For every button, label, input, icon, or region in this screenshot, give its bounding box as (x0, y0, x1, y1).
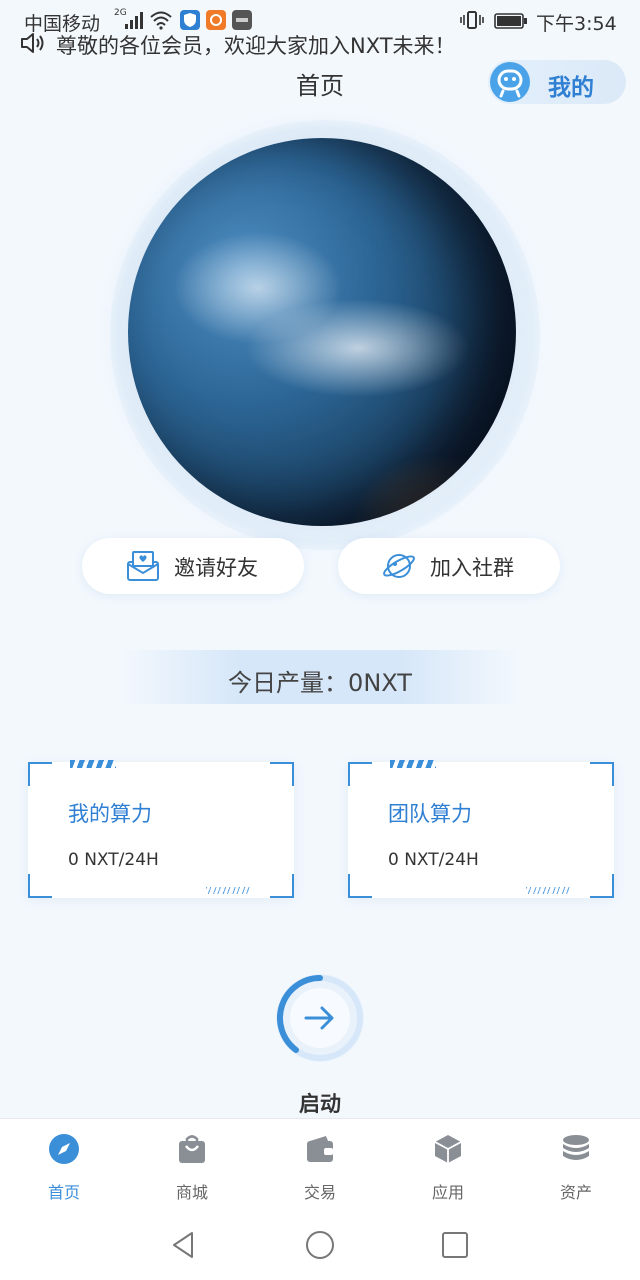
card-stripe-decoration (206, 887, 250, 894)
notice-marquee[interactable]: 尊敬的各位会员，欢迎大家加入NXT未来！ (20, 28, 620, 58)
tab-apps[interactable]: 应用 (384, 1119, 512, 1215)
compass-icon (49, 1134, 79, 1164)
shield-app-icon (180, 10, 200, 30)
speaker-icon (21, 33, 44, 53)
avatar (490, 62, 530, 102)
team-hashpower-card[interactable]: 团队算力 0 NXT/24H (348, 760, 614, 898)
join-community-button[interactable]: 加入社群 (338, 538, 560, 594)
team-hashpower-title: 团队算力 (388, 802, 472, 826)
invite-friends-button[interactable]: 邀请好友 (82, 538, 304, 594)
shopping-bag-icon (179, 1135, 205, 1163)
arrow-right-icon (304, 1006, 334, 1030)
tab-home[interactable]: 首页 (0, 1119, 128, 1215)
tab-home-label: 首页 (47, 1183, 80, 1202)
tab-mall-label: 商城 (175, 1183, 208, 1202)
start-label: 启动 (299, 1092, 341, 1116)
robot-face-icon (497, 69, 523, 98)
card-stripe-decoration (526, 887, 570, 894)
earth-planet-image (128, 138, 516, 526)
cube-icon (434, 1135, 462, 1163)
start-button[interactable] (276, 974, 364, 1062)
orange-app-icon (206, 10, 226, 30)
back-nav-icon[interactable] (166, 1228, 200, 1262)
planet-ring-icon (383, 554, 415, 578)
bottom-tab-bar: 首页 商城 交易 应用 资产 (0, 1118, 640, 1215)
my-hashpower-value: 0 NXT/24H (68, 850, 159, 870)
wifi-icon (150, 11, 172, 30)
team-hashpower-value: 0 NXT/24H (388, 850, 479, 870)
invite-friends-label: 邀请好友 (174, 556, 258, 580)
wallet-icon (307, 1136, 333, 1162)
mine-label: 我的 (548, 75, 594, 101)
system-nav-bar (0, 1214, 640, 1280)
tab-assets[interactable]: 资产 (512, 1119, 640, 1215)
notice-text: 尊敬的各位会员，欢迎大家加入NXT未来！ (56, 34, 456, 58)
card-stripe-decoration (70, 760, 116, 768)
my-hashpower-card[interactable]: 我的算力 0 NXT/24H (28, 760, 294, 898)
my-hashpower-title: 我的算力 (68, 802, 152, 826)
vibrate-icon (460, 11, 484, 29)
hms-app-icon (232, 10, 252, 30)
invite-envelope-icon (127, 551, 159, 581)
daily-production-text: 今日产量：0NXT (228, 669, 412, 697)
card-stripe-decoration (390, 760, 436, 768)
tab-apps-label: 应用 (431, 1183, 464, 1202)
recents-nav-icon[interactable] (438, 1228, 472, 1262)
home-nav-icon[interactable] (303, 1228, 337, 1262)
tab-trade-label: 交易 (303, 1183, 336, 1202)
coin-stack-icon (563, 1135, 589, 1160)
tab-trade[interactable]: 交易 (256, 1119, 384, 1215)
tab-mall[interactable]: 商城 (128, 1119, 256, 1215)
signal-icon (125, 12, 143, 29)
daily-production-banner: 今日产量：0NXT (120, 650, 520, 704)
tab-assets-label: 资产 (559, 1183, 592, 1202)
join-community-label: 加入社群 (430, 556, 514, 580)
mine-button[interactable]: 我的 (488, 60, 626, 104)
battery-icon (494, 13, 527, 29)
